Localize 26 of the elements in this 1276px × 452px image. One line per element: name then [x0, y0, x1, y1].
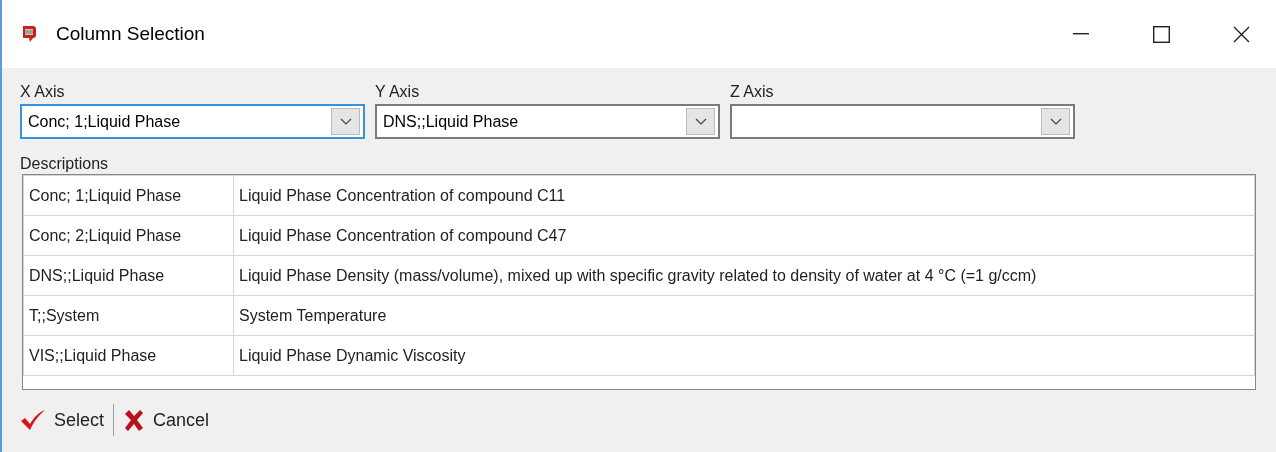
cross-icon	[123, 409, 146, 431]
column-name-cell: DNS;;Liquid Phase	[23, 255, 234, 296]
minimize-icon	[1073, 33, 1089, 35]
axis-dropdown[interactable]: Conc; 1;Liquid Phase	[20, 104, 365, 139]
cancel-button[interactable]: Cancel	[123, 404, 210, 436]
column-name-cell: Conc; 1;Liquid Phase	[23, 175, 234, 216]
description-cell: Liquid Phase Density (mass/volume), mixed up with specific gravity related to density of water at 4 °C (=1 g/ccm)	[233, 255, 1255, 296]
window-title: Column Selection	[56, 21, 205, 46]
description-cell: Liquid Phase Concentration of compound C11	[233, 175, 1255, 216]
axis-dropdown[interactable]: DNS;;Liquid Phase	[375, 104, 720, 139]
description-cell: System Temperature	[233, 295, 1255, 336]
column-name-cell: Conc; 2;Liquid Phase	[23, 215, 234, 256]
column-name-cell: T;;System	[23, 295, 234, 336]
axis-dropdown[interactable]	[730, 104, 1075, 139]
app-icon	[20, 24, 38, 44]
select-button[interactable]: Select	[20, 404, 105, 436]
description-cell: Liquid Phase Dynamic Viscosity	[233, 335, 1255, 376]
description-cell: Liquid Phase Concentration of compound C47	[233, 215, 1255, 256]
column-name-cell: VIS;;Liquid Phase	[23, 335, 234, 376]
close-icon	[1232, 25, 1250, 43]
axis-label: Y Axis	[375, 82, 421, 102]
descriptions-label: Descriptions	[20, 154, 110, 172]
checkmark-icon	[20, 409, 46, 431]
axis-label: Z Axis	[730, 82, 775, 102]
axis-label: X Axis	[20, 82, 66, 102]
maximize-icon	[1152, 25, 1170, 43]
